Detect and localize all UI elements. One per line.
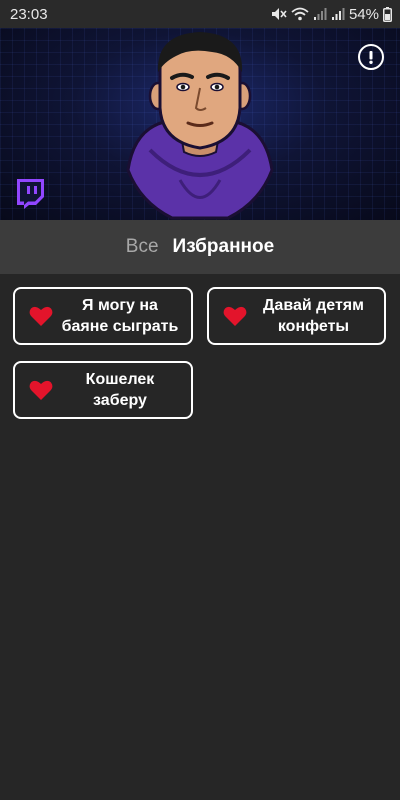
tab-favorites[interactable]: Избранное bbox=[173, 236, 275, 258]
signal-icon bbox=[313, 7, 327, 21]
sound-label: Кошелек заберу bbox=[85, 371, 155, 409]
sound-label: Я могу на баяне сыграть bbox=[61, 297, 179, 335]
streamer-avatar bbox=[126, 32, 274, 220]
wifi-icon bbox=[291, 7, 309, 21]
status-bar: 23:03 54% bbox=[0, 0, 400, 28]
sound-button[interactable]: Я могу на баяне сыграть bbox=[13, 287, 193, 345]
heart-icon[interactable] bbox=[29, 305, 53, 327]
signal-icon bbox=[331, 7, 345, 21]
heart-icon[interactable] bbox=[223, 305, 247, 327]
sound-button[interactable]: Кошелек заберу bbox=[13, 361, 193, 419]
app-screen: 23:03 54% Все Избранное Я могу на баяне … bbox=[0, 0, 400, 800]
tab-bar: Все Избранное bbox=[0, 220, 400, 274]
info-button[interactable] bbox=[358, 44, 384, 70]
status-icons: 54% bbox=[271, 6, 392, 23]
tab-all[interactable]: Все bbox=[126, 236, 159, 258]
heart-icon[interactable] bbox=[29, 379, 53, 401]
mute-icon bbox=[271, 7, 287, 21]
twitch-icon[interactable] bbox=[14, 178, 46, 210]
sound-button[interactable]: Давай детям конфеты bbox=[207, 287, 386, 345]
info-icon bbox=[369, 50, 373, 64]
battery-icon bbox=[383, 6, 392, 22]
battery-percent: 54% bbox=[348, 5, 379, 23]
status-time: 23:03 bbox=[10, 5, 48, 23]
header-banner bbox=[0, 28, 400, 220]
sound-label: Давай детям конфеты bbox=[263, 297, 364, 335]
